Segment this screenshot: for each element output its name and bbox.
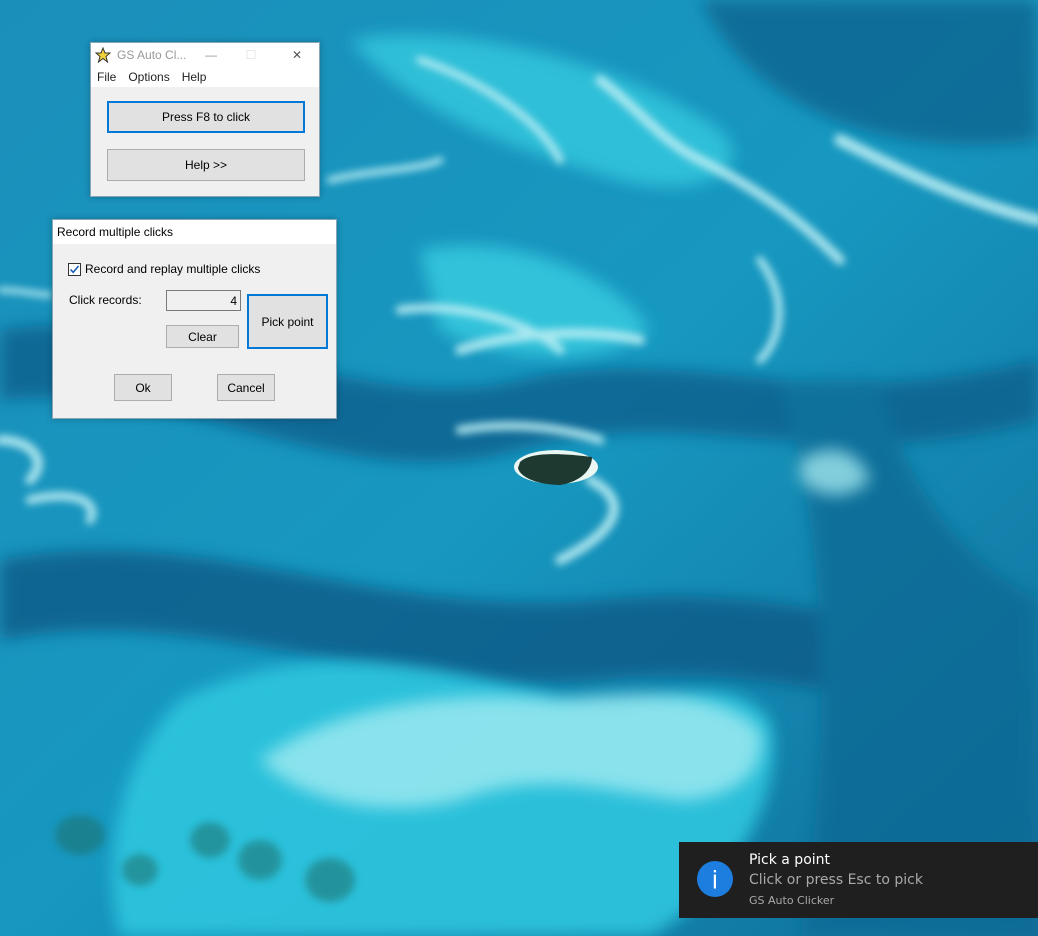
ok-button[interactable]: Ok	[114, 374, 172, 401]
press-f8-to-click-button[interactable]: Press F8 to click	[107, 101, 305, 133]
record-replay-checkbox-row[interactable]: Record and replay multiple clicks	[68, 262, 260, 276]
menu-options[interactable]: Options	[122, 70, 175, 84]
close-icon[interactable]: ✕	[277, 43, 317, 67]
toast-source: GS Auto Clicker	[749, 894, 835, 907]
toast-notification[interactable]: Pick a point Click or press Esc to pick …	[679, 842, 1038, 918]
pick-point-button[interactable]: Pick point	[247, 294, 328, 349]
maximize-icon[interactable]: ☐	[231, 43, 271, 67]
toast-body: Click or press Esc to pick	[749, 872, 923, 888]
click-records-label: Click records:	[69, 293, 142, 307]
window-title: GS Auto Cl...	[117, 48, 187, 62]
info-icon	[697, 861, 733, 897]
record-replay-checkbox[interactable]	[68, 262, 81, 276]
dialog-title: Record multiple clicks	[53, 220, 336, 244]
star-icon	[95, 47, 111, 63]
click-records-field[interactable]: 4	[166, 290, 241, 311]
cancel-button[interactable]: Cancel	[217, 374, 275, 401]
gs-auto-clicker-window: GS Auto Cl... — ☐ ✕ File Options Help Pr…	[90, 42, 320, 197]
minimize-icon[interactable]: —	[191, 43, 231, 67]
record-multiple-clicks-dialog: Record multiple clicks Record and replay…	[52, 219, 337, 419]
clear-button[interactable]: Clear	[166, 325, 239, 348]
menu-help[interactable]: Help	[176, 70, 213, 84]
menu-bar: File Options Help	[91, 67, 319, 87]
toast-title: Pick a point	[749, 852, 831, 868]
record-replay-label: Record and replay multiple clicks	[85, 262, 261, 276]
help-expand-button[interactable]: Help >>	[107, 149, 305, 181]
menu-file[interactable]: File	[91, 70, 122, 84]
title-bar[interactable]: GS Auto Cl... — ☐ ✕	[91, 43, 319, 67]
checkmark-icon	[69, 264, 80, 273]
